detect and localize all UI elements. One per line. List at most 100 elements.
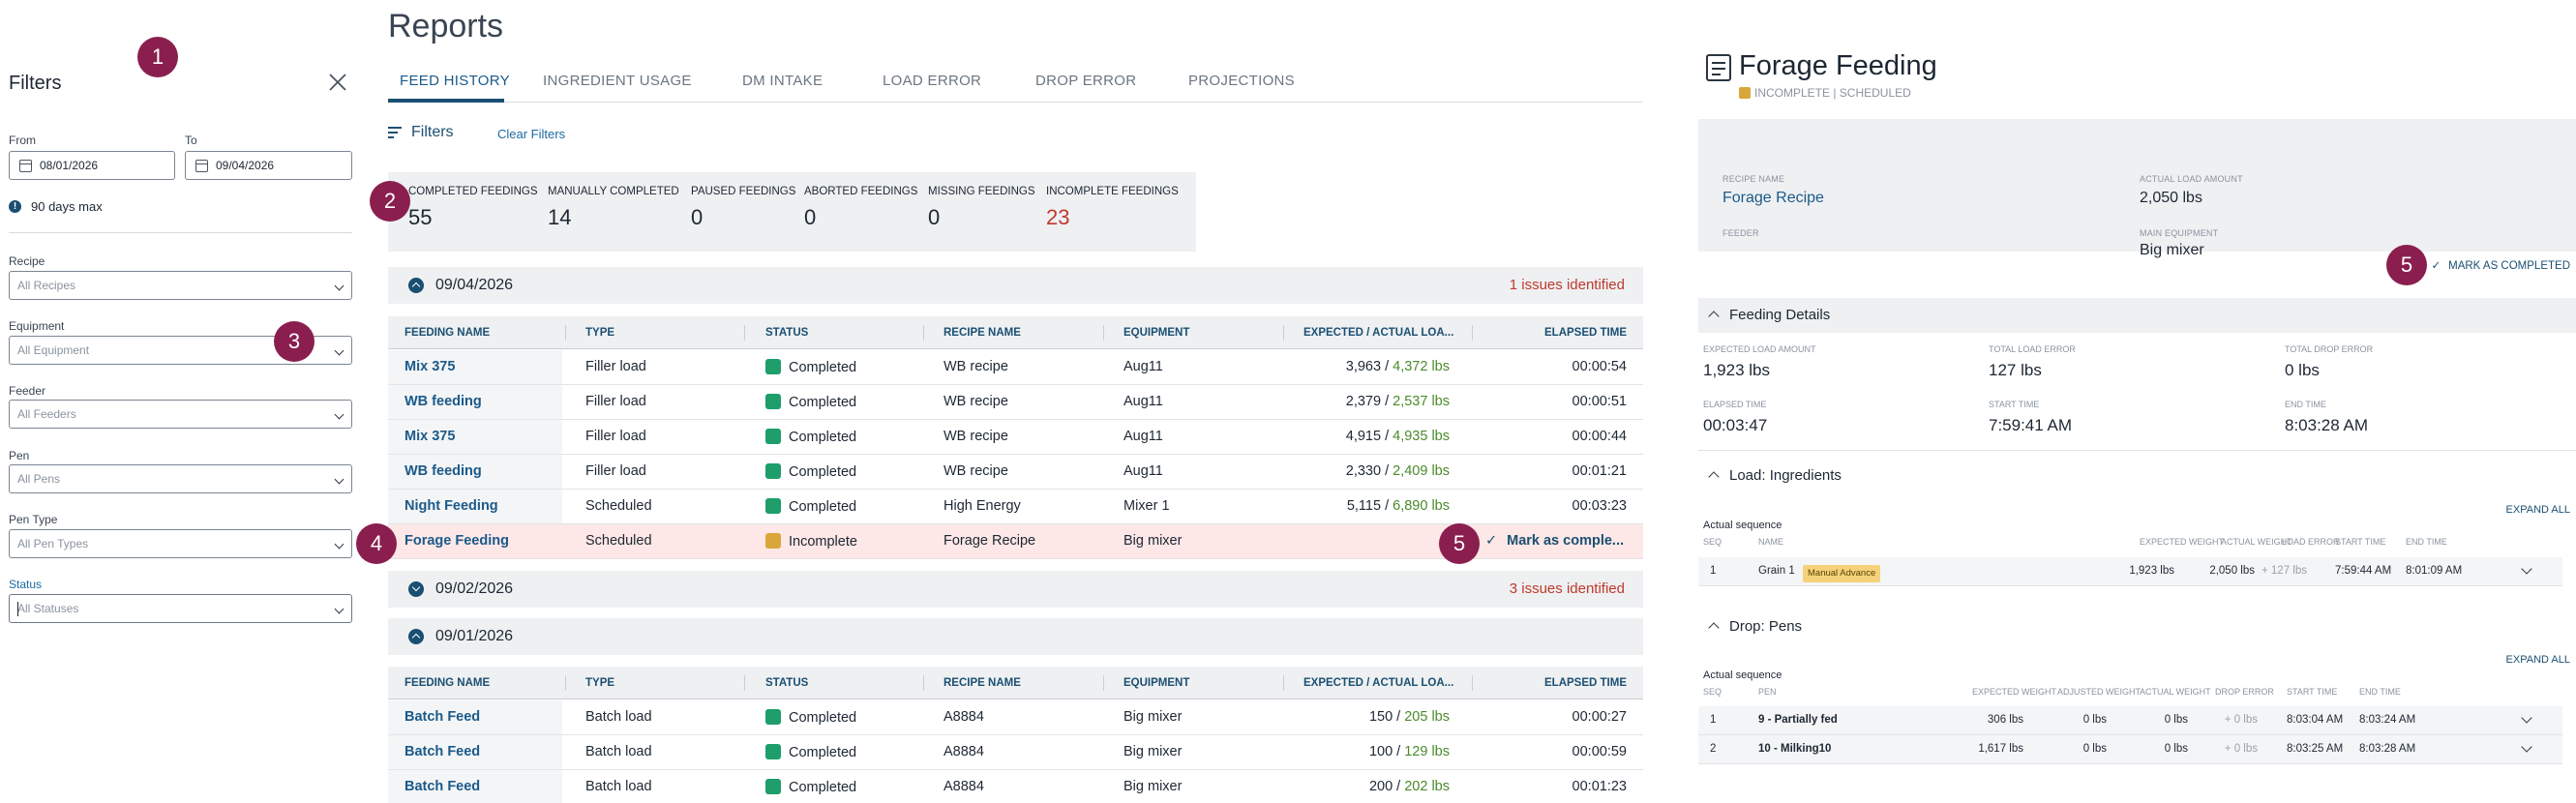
total-load-error-value: 127 lbs [1989, 361, 2042, 379]
feeding-name-link[interactable]: WB feeding [404, 463, 482, 479]
load-col-header: LOAD ERROR [2282, 537, 2340, 547]
table-row[interactable]: WB feeding Filler load Completed WB recipe A… [388, 385, 1643, 420]
tab-load-error[interactable]: LOAD ERROR [883, 73, 981, 89]
col-expected-actual-header[interactable]: EXPECTED / ACTUAL LOA... [1303, 677, 1453, 689]
status-square-icon [765, 463, 781, 479]
tab-ingredient-usage[interactable]: INGREDIENT USAGE [543, 73, 692, 89]
tab-projections[interactable]: PROJECTIONS [1188, 73, 1295, 89]
drop-col-header: DROP ERROR [2215, 687, 2274, 697]
elapsed-label: ELAPSED TIME [1703, 400, 1767, 409]
expected-value: 2,330 [1345, 463, 1382, 479]
tab-feed-history[interactable]: FEED HISTORY [400, 73, 510, 89]
feeding-name-link[interactable]: Mix 375 [404, 359, 455, 374]
pen-type-select[interactable]: All Pen Types [9, 529, 352, 558]
pen-select[interactable]: All Pens [9, 464, 352, 493]
col-elapsed-header[interactable]: ELAPSED TIME [1544, 327, 1627, 339]
recipe-select[interactable]: All Recipes [9, 271, 352, 300]
col-equipment-header[interactable]: EQUIPMENT [1123, 327, 1189, 339]
table-row[interactable]: Batch Feed Batch load Completed A8884 Big mi… [388, 735, 1643, 770]
to-date-field[interactable]: 09/04/2026 [185, 151, 352, 180]
feeding-details-header[interactable]: Feeding Details [1698, 298, 2576, 333]
table-row[interactable]: Mix 375 Filler load Completed WB recipe Aug1… [388, 420, 1643, 455]
date-group-header[interactable]: 09/02/2026 3 issues identified [388, 571, 1643, 608]
expand-all-button[interactable]: EXPAND ALL [2506, 504, 2570, 516]
chevron-down-icon[interactable] [2521, 741, 2532, 753]
column-separator [923, 325, 924, 341]
chevron-down-icon[interactable] [2521, 712, 2532, 724]
table-row[interactable]: WB feeding Filler load Completed WB recipe A… [388, 455, 1643, 490]
feeder-select[interactable]: All Feeders [9, 400, 352, 429]
col-expected-actual-header[interactable]: EXPECTED / ACTUAL LOA... [1303, 327, 1453, 339]
feeding-name-link[interactable]: Batch Feed [404, 709, 480, 725]
col-equipment-header[interactable]: EQUIPMENT [1123, 677, 1189, 689]
chevron-down-icon [334, 281, 344, 291]
column-separator [1472, 325, 1473, 341]
tab-dm-intake[interactable]: DM INTAKE [742, 73, 823, 89]
chevron-up-icon[interactable] [408, 629, 424, 644]
summary-bar: COMPLETED FEEDINGS 55 MANUALLY COMPLETED 1… [388, 172, 1196, 252]
feeding-name-link[interactable]: WB feeding [404, 394, 482, 409]
pen-row[interactable]: 2 10 - Milking10 1,617 lbs 0 lbs 0 lbs + 0 lb… [1698, 735, 2562, 764]
feeding-name-link[interactable]: Forage Feeding [404, 533, 509, 549]
status-select[interactable]: All Statuses [9, 594, 352, 623]
col-type-header[interactable]: TYPE [585, 677, 614, 689]
feeding-name-link[interactable]: Batch Feed [404, 744, 480, 759]
drop-col-header: ACTUAL WEIGHT [2140, 687, 2211, 697]
close-icon[interactable] [325, 70, 350, 95]
col-recipe-name-header[interactable]: RECIPE NAME [944, 327, 1021, 339]
elapsed-value: 00:03:47 [1703, 416, 1768, 434]
table-row[interactable]: Night Feeding Scheduled Completed High Ener… [388, 490, 1643, 524]
expand-all-button[interactable]: EXPAND ALL [2506, 654, 2570, 666]
mark-as-complete-button[interactable]: Mark as comple... [1485, 533, 1624, 549]
clear-filters-link[interactable]: Clear Filters [497, 127, 565, 141]
table-header: FEEDING NAME TYPE STATUS RECIPE NAME EQUIPME… [388, 316, 1643, 349]
drop-pens-header[interactable]: Drop: Pens [1698, 610, 2576, 644]
chevron-down-icon[interactable] [2521, 563, 2532, 575]
mark-as-completed-button[interactable]: MARK AS COMPLETED [2431, 258, 2570, 272]
feeding-name-link[interactable]: Mix 375 [404, 429, 455, 444]
col-recipe-name-header[interactable]: RECIPE NAME [944, 677, 1021, 689]
pen-row[interactable]: 1 9 - Partially fed 306 lbs 0 lbs 0 lbs + 0 l… [1698, 706, 2562, 735]
col-type-header[interactable]: TYPE [585, 327, 614, 339]
type-cell: Filler load [585, 463, 646, 479]
summary-missing: MISSING FEEDINGS 0 [928, 186, 1035, 229]
elapsed-cell: 00:00:27 [1572, 709, 1627, 725]
col-status-header[interactable]: STATUS [765, 677, 808, 689]
date-group-header[interactable]: 09/04/2026 1 issues identified [388, 267, 1643, 304]
feeding-name-link[interactable]: Batch Feed [404, 779, 480, 794]
date-limit-note: ! 90 days max [9, 199, 103, 214]
expected-value: 200 [1368, 779, 1393, 794]
chevron-down-icon[interactable] [408, 581, 424, 597]
col-feeding-name-header[interactable]: FEEDING NAME [404, 327, 490, 339]
table-row[interactable]: Batch Feed Batch load Completed A8884 Big mi… [388, 700, 1643, 735]
to-date-value: 09/04/2026 [216, 159, 275, 172]
column-separator [923, 675, 924, 691]
expected-actual-cell: 5,115 / 6,890 lbs [1347, 498, 1450, 514]
expected-weight: 1,923 lbs [2129, 565, 2174, 577]
from-date-field[interactable]: 08/01/2026 [9, 151, 175, 180]
actual-load-label: ACTUAL LOAD AMOUNT [2140, 174, 2243, 184]
summary-completed: COMPLETED FEEDINGS 55 [408, 186, 538, 229]
col-feeding-name-header[interactable]: FEEDING NAME [404, 677, 490, 689]
callout-badge-4: 4 [356, 523, 397, 564]
tab-drop-error[interactable]: DROP ERROR [1035, 73, 1136, 89]
recipe-cell: Forage Recipe [944, 533, 1036, 549]
table-row[interactable]: Batch Feed Batch load Completed A8884 Big mi… [388, 770, 1643, 803]
status-label: Completed [789, 360, 857, 375]
actual-value: 205 lbs [1404, 709, 1450, 725]
chevron-up-icon[interactable] [408, 278, 424, 293]
recipe-name-link[interactable]: Forage Recipe [1722, 190, 1824, 207]
table-row[interactable]: Mix 375 Filler load Completed WB recipe Aug1… [388, 350, 1643, 385]
status-cell: Completed [765, 498, 856, 515]
load-col-header: SEQ [1703, 537, 1722, 547]
filter-icon [388, 127, 402, 138]
load-ingredients-header[interactable]: Load: Ingredients [1698, 459, 2576, 493]
slash: / [1393, 744, 1405, 759]
col-status-header[interactable]: STATUS [765, 327, 808, 339]
filters-toggle-button[interactable]: Filters [388, 124, 454, 141]
date-group-header[interactable]: 09/01/2026 [388, 618, 1643, 655]
load-col-header: START TIME [2335, 537, 2386, 547]
col-elapsed-header[interactable]: ELAPSED TIME [1544, 677, 1627, 689]
feeding-name-link[interactable]: Night Feeding [404, 498, 498, 514]
ingredient-row[interactable]: 1 Grain 1 Manual Advance 1,923 lbs 2,050 lbs… [1698, 557, 2562, 586]
